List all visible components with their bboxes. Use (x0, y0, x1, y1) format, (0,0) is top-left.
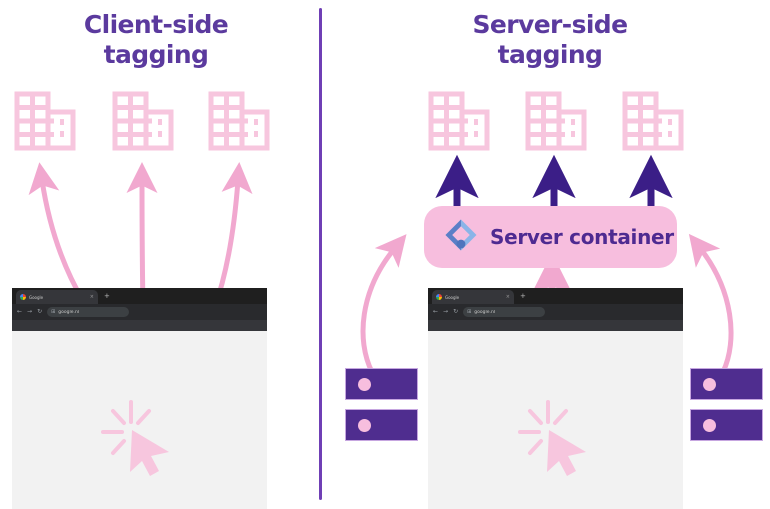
server-status-dot-icon (703, 418, 716, 432)
client-side-title-line-1: Client-side (83, 10, 229, 39)
site-info-icon: ⊞ (51, 309, 56, 315)
server-status-dot-icon (703, 377, 716, 391)
new-tab-button[interactable]: + (104, 292, 110, 301)
server-side-title-line-2: tagging (497, 40, 603, 69)
browser-tab-title: Google (445, 294, 460, 300)
server-container-pill[interactable]: Server container (424, 206, 677, 268)
reload-icon[interactable]: ↻ (37, 308, 42, 316)
left-servers-to-container-arrow (360, 234, 407, 375)
forward-icon[interactable]: → (27, 308, 32, 316)
click-cursor-icon (517, 400, 589, 482)
browser-bookmarks-bar (428, 320, 683, 331)
browser-tab-strip: Google × + (12, 288, 267, 304)
browser-tab-strip: Google × + (428, 288, 683, 304)
browser-bookmarks-bar (12, 320, 267, 331)
diagram-canvas: Client-side tagging Server-side tagging (0, 0, 770, 509)
client-side-title-line-2: tagging (103, 40, 209, 69)
right-servers-to-container-arrow (688, 233, 734, 375)
client-side-panel-title: Client-side tagging (0, 10, 312, 70)
click-cursor-icon (100, 400, 172, 482)
close-icon[interactable]: × (90, 294, 94, 300)
address-bar[interactable]: ⊞ google.nl (463, 307, 546, 317)
address-bar-url: google.nl (474, 309, 496, 315)
building-icon (428, 90, 490, 152)
address-bar-url: google.nl (58, 309, 80, 315)
google-favicon-icon (20, 294, 26, 300)
building-icon (622, 90, 684, 152)
building-icon (14, 90, 76, 152)
vertical-divider (319, 8, 322, 500)
new-tab-button[interactable]: + (520, 292, 526, 301)
server-node[interactable] (345, 368, 418, 400)
back-icon[interactable]: ← (17, 308, 22, 316)
server-status-dot-icon (358, 418, 371, 432)
site-info-icon: ⊞ (467, 309, 472, 315)
server-node[interactable] (690, 409, 763, 441)
server-status-dot-icon (358, 377, 371, 391)
forward-icon[interactable]: → (443, 308, 448, 316)
building-icon (208, 90, 270, 152)
browser-toolbar: ← → ↻ ⊞ google.nl (12, 304, 267, 320)
address-bar[interactable]: ⊞ google.nl (47, 307, 130, 317)
building-icon (525, 90, 587, 152)
browser-tab[interactable]: Google × (16, 290, 98, 304)
browser-toolbar: ← → ↻ ⊞ google.nl (428, 304, 683, 320)
server-node[interactable] (345, 409, 418, 441)
server-container-label: Server container (490, 225, 674, 249)
browser-tab-title: Google (29, 294, 44, 300)
server-side-panel-title: Server-side tagging (330, 10, 770, 70)
google-tag-manager-logo-icon (444, 218, 478, 256)
close-icon[interactable]: × (506, 294, 510, 300)
building-icon (112, 90, 174, 152)
reload-icon[interactable]: ↻ (453, 308, 458, 316)
server-side-title-line-1: Server-side (472, 10, 629, 39)
server-node[interactable] (690, 368, 763, 400)
browser-tab[interactable]: Google × (432, 290, 514, 304)
back-icon[interactable]: ← (433, 308, 438, 316)
google-favicon-icon (436, 294, 442, 300)
